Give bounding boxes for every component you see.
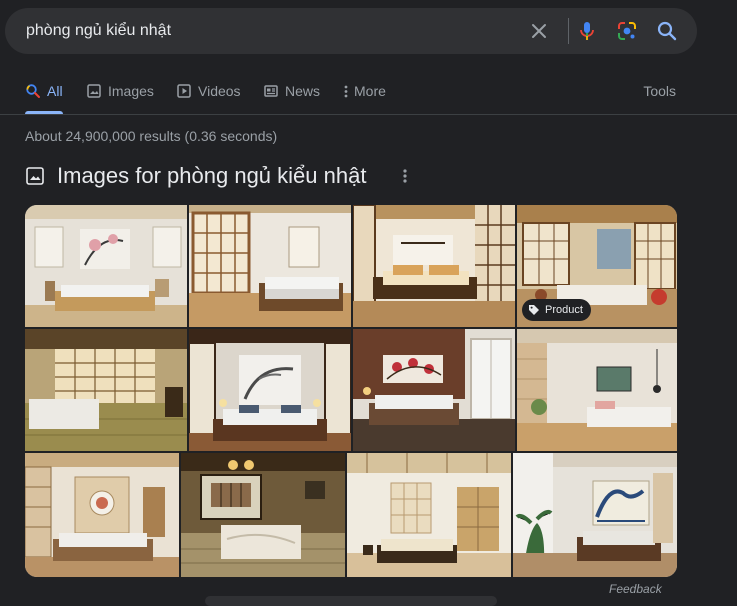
image-thumbnail[interactable]: [353, 329, 515, 451]
images-section-title[interactable]: Images for phòng ngủ kiểu nhật: [57, 163, 366, 189]
feedback-link[interactable]: Feedback: [609, 582, 662, 596]
product-badge: Product: [522, 299, 591, 321]
newspaper-icon: [263, 83, 279, 99]
image-thumbnail[interactable]: [353, 205, 515, 327]
search-icon: [25, 83, 41, 99]
close-icon[interactable]: [527, 19, 551, 43]
tab-news[interactable]: News: [263, 78, 320, 114]
product-badge-label: Product: [545, 304, 583, 316]
image-thumbnail[interactable]: [513, 453, 677, 577]
search-input[interactable]: phòng ngủ kiểu nhật: [26, 22, 171, 40]
image-thumbnail[interactable]: [347, 453, 511, 577]
image-thumbnail[interactable]: [189, 329, 351, 451]
bottom-panel-edge: [205, 596, 497, 606]
microphone-icon[interactable]: [575, 19, 599, 43]
tab-all-label: All: [47, 83, 63, 99]
search-bar[interactable]: phòng ngủ kiểu nhật: [5, 8, 697, 54]
search-tabs: All Images Videos News More: [0, 78, 737, 114]
tab-news-label: News: [285, 83, 321, 99]
image-icon: [25, 166, 45, 186]
tab-videos[interactable]: Videos: [176, 78, 241, 114]
image-thumbnail[interactable]: [25, 453, 179, 577]
tools-button[interactable]: Tools: [643, 83, 676, 99]
search-icon[interactable]: [655, 19, 679, 43]
tab-videos-label: Videos: [198, 83, 241, 99]
tab-more-label: More: [354, 83, 386, 99]
image-thumbnail[interactable]: Product: [517, 205, 677, 327]
image-thumbnail[interactable]: [25, 329, 187, 451]
tab-images-label: Images: [108, 83, 154, 99]
tag-icon: [528, 304, 540, 316]
image-thumbnail[interactable]: [517, 329, 677, 451]
image-thumbnail[interactable]: [181, 453, 345, 577]
result-stats: About 24,900,000 results (0.36 seconds): [25, 128, 278, 144]
image-thumbnail[interactable]: [189, 205, 351, 327]
image-grid: Product: [25, 205, 677, 577]
vertical-dots-icon: [342, 83, 350, 99]
play-icon: [176, 83, 192, 99]
more-options-icon[interactable]: [398, 165, 412, 187]
tabs-divider: [0, 114, 737, 115]
image-thumbnail[interactable]: [25, 205, 187, 327]
images-section-header: Images for phòng ngủ kiểu nhật: [25, 162, 366, 190]
tab-more[interactable]: More: [342, 78, 386, 114]
google-lens-icon[interactable]: [615, 19, 639, 43]
search-divider: [568, 18, 569, 44]
image-icon: [86, 83, 102, 99]
tab-all[interactable]: All: [25, 78, 63, 114]
tab-images[interactable]: Images: [86, 78, 154, 114]
